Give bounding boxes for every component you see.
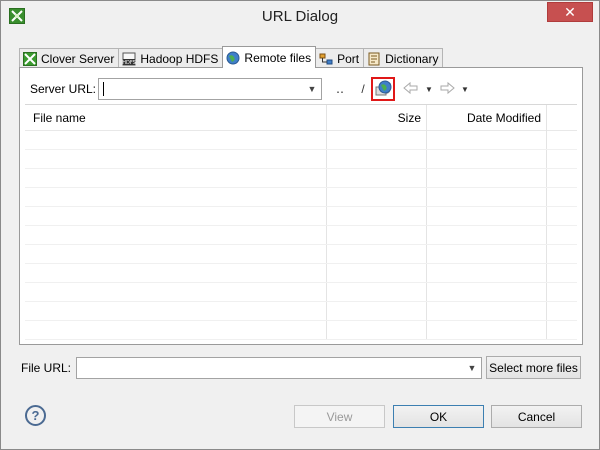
tab-dictionary[interactable]: Dictionary <box>363 48 444 68</box>
table-row[interactable] <box>25 207 577 226</box>
hdfs-icon: HDFS <box>122 52 136 66</box>
root-directory-icon: / <box>361 82 365 96</box>
table-row[interactable] <box>25 245 577 264</box>
port-icon <box>319 52 333 66</box>
tab-hadoop-hdfs[interactable]: HDFS Hadoop HDFS <box>118 48 224 68</box>
connect-globe-icon <box>374 79 392 100</box>
forward-history-dropdown[interactable]: ▼ <box>455 79 475 99</box>
chevron-down-icon: ▼ <box>461 84 469 94</box>
dictionary-icon <box>367 52 381 66</box>
cancel-button[interactable]: Cancel <box>491 405 582 428</box>
chevron-down-icon[interactable]: ▼ <box>305 82 319 96</box>
table-row[interactable] <box>25 321 577 340</box>
tab-label: Dictionary <box>385 51 439 66</box>
tab-label: Hadoop HDFS <box>140 51 219 66</box>
column-header-file-name[interactable]: File name <box>33 111 86 125</box>
globe-icon <box>226 51 240 65</box>
tab-remote-files[interactable]: Remote files <box>222 46 317 68</box>
close-icon: ✕ <box>564 3 576 20</box>
file-url-combo[interactable]: ▼ <box>76 357 482 379</box>
tab-clover-server[interactable]: Clover Server <box>19 48 120 68</box>
table-row[interactable] <box>25 283 577 302</box>
file-url-label: File URL: <box>21 361 72 375</box>
chevron-down-icon[interactable]: ▼ <box>465 361 479 375</box>
view-button[interactable]: View <box>294 405 385 428</box>
url-dialog-window: URL Dialog ✕ Clover Server HDFS Hadoop H… <box>0 0 600 450</box>
tab-label: Remote files <box>244 50 312 65</box>
parent-directory-icon: ‥ <box>335 82 344 96</box>
column-header-date-modified[interactable]: Date Modified <box>427 111 541 125</box>
remote-toolbar: Server URL: ▼ ‥ / ▼ ▼ <box>25 76 577 102</box>
back-arrow-icon <box>403 81 419 98</box>
forward-button[interactable] <box>437 79 457 99</box>
table-row[interactable] <box>25 302 577 321</box>
svg-text:HDFS: HDFS <box>123 60 137 66</box>
tab-label: Clover Server <box>41 51 115 66</box>
tab-label: Port <box>337 51 360 66</box>
help-icon[interactable]: ? <box>25 405 46 426</box>
table-row[interactable] <box>25 131 577 150</box>
root-directory-button[interactable]: / <box>353 79 373 99</box>
server-url-label: Server URL: <box>30 82 97 96</box>
server-url-input[interactable] <box>101 80 297 98</box>
select-more-files-button[interactable]: Select more files <box>486 356 581 379</box>
table-row[interactable] <box>25 188 577 207</box>
column-header-size[interactable]: Size <box>327 111 421 125</box>
back-history-dropdown[interactable]: ▼ <box>419 79 439 99</box>
table-row[interactable] <box>25 264 577 283</box>
parent-directory-button[interactable]: ‥ <box>330 79 350 99</box>
table-body <box>25 131 577 340</box>
table-row[interactable] <box>25 169 577 188</box>
close-button[interactable]: ✕ <box>547 2 593 22</box>
table-header: File name Size Date Modified <box>25 105 577 131</box>
window-title: URL Dialog <box>261 8 339 25</box>
tab-port[interactable]: Port <box>315 48 365 68</box>
table-row[interactable] <box>25 226 577 245</box>
file-url-row: File URL: ▼ Select more files <box>21 356 583 380</box>
ok-button[interactable]: OK <box>393 405 484 428</box>
file-url-input[interactable] <box>79 359 459 377</box>
tab-bar: Clover Server HDFS Hadoop HDFS Remote fi… <box>19 46 444 68</box>
connect-button[interactable] <box>371 77 395 101</box>
remote-files-table: File name Size Date Modified <box>25 104 577 340</box>
server-url-combo[interactable]: ▼ <box>98 78 322 100</box>
clover-server-icon <box>23 51 37 66</box>
title-bar: URL Dialog ✕ <box>1 1 599 31</box>
forward-arrow-icon <box>439 81 455 98</box>
back-button[interactable] <box>401 79 421 99</box>
table-row[interactable] <box>25 150 577 169</box>
chevron-down-icon: ▼ <box>425 84 433 94</box>
